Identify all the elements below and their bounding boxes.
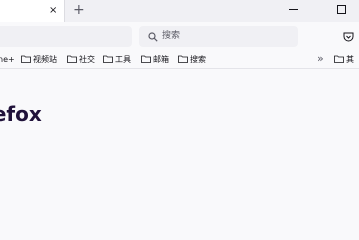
- bookmark-folder-mail[interactable]: 邮箱: [141, 53, 169, 66]
- tab-strip: × +: [0, 0, 359, 22]
- bookmark-folder-social[interactable]: 社交: [67, 53, 95, 66]
- search-icon: [148, 32, 158, 42]
- bookmark-folder-other[interactable]: 其: [334, 53, 354, 66]
- folder-icon: [178, 55, 188, 63]
- bookmark-item[interactable]: ne+: [0, 53, 15, 66]
- window-minimize-button[interactable]: [289, 9, 298, 10]
- bookmark-label: ne+: [0, 55, 15, 64]
- folder-icon: [334, 55, 344, 63]
- bookmark-label: 视频站: [33, 55, 57, 64]
- folder-icon: [103, 55, 113, 63]
- bookmark-folder-tools[interactable]: 工具: [103, 53, 131, 66]
- bookmarks-toolbar: ne+ 视频站 社交 工具 邮箱 搜索 » 其: [0, 51, 359, 68]
- pocket-icon[interactable]: [343, 32, 354, 42]
- bookmark-label: 邮箱: [153, 55, 169, 64]
- folder-icon: [67, 55, 77, 63]
- folder-icon: [21, 55, 31, 63]
- bookmark-label: 其: [346, 55, 354, 64]
- bookmark-folder-search[interactable]: 搜索: [178, 53, 206, 66]
- bookmark-label: 搜索: [190, 55, 206, 64]
- tab-close-icon[interactable]: ×: [49, 3, 57, 19]
- url-bar[interactable]: [0, 26, 132, 47]
- active-tab[interactable]: ×: [0, 0, 65, 22]
- new-tab-button[interactable]: +: [73, 1, 85, 19]
- page-content: [0, 69, 359, 210]
- bookmark-label: 工具: [115, 55, 131, 64]
- bookmarks-overflow-chevron-icon[interactable]: »: [317, 52, 324, 66]
- bookmark-folder-videos[interactable]: 视频站: [21, 53, 57, 66]
- search-input-placeholder: 搜索: [162, 31, 181, 41]
- firefox-wordmark: refox: [0, 102, 42, 126]
- window-maximize-button[interactable]: [337, 5, 346, 14]
- navigation-toolbar: 搜索: [0, 22, 359, 51]
- folder-icon: [141, 55, 151, 63]
- bookmark-label: 社交: [79, 55, 95, 64]
- search-bar[interactable]: 搜索: [139, 26, 298, 47]
